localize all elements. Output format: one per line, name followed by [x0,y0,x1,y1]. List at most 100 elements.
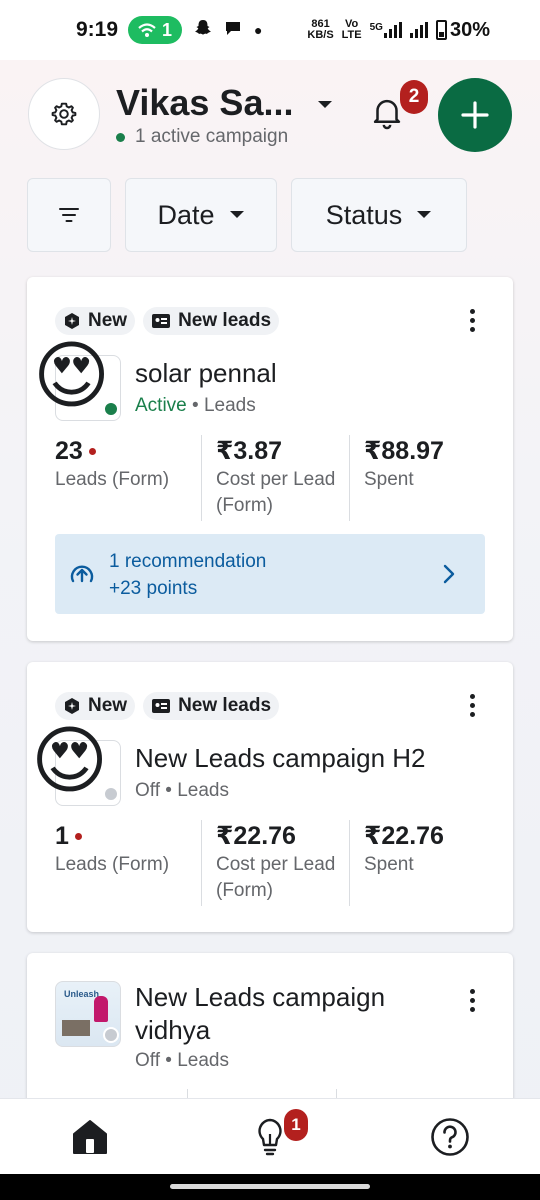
chevron-down-icon[interactable] [316,98,334,116]
metric-leads: 1 Leads (Form) [55,820,201,906]
new-badge-label: New [88,310,128,331]
status-filter[interactable]: Status [291,178,467,252]
account-name[interactable]: Vikas Sa... [116,82,293,124]
heart-eyes-emoji: 😍 [33,334,111,417]
tips-badge: 1 [284,1109,308,1141]
volte-bottom: LTE [341,29,362,41]
objective-badge-label: New leads [178,695,272,716]
separator: • [165,780,172,801]
wifi-icon [138,23,156,37]
home-indicator [170,1184,370,1189]
campaign-name[interactable]: New Leads campaign H2 [135,742,426,775]
net-speed: 861 KB/S [307,19,333,41]
objective-badge-label: New leads [178,310,272,331]
metric-value: 23 [55,435,193,467]
more-vertical-icon[interactable] [470,989,475,1016]
metric-value-text: 23 [55,436,83,465]
campaign-objective: Leads [177,780,229,801]
active-campaign-text: 1 active campaign [135,126,289,147]
new-badge: New [55,307,136,335]
help-icon [431,1118,469,1156]
metric-label: Spent [364,469,414,490]
active-campaign-status: 1 active campaign [116,126,288,148]
net-speed-unit: KB/S [307,29,334,41]
status-filter-label: Status [325,199,403,230]
campaign-objective: Leads [177,1050,229,1071]
settings-button[interactable] [28,78,100,150]
dot-icon: ● [254,22,263,38]
battery-indicator: 30% [435,18,490,42]
recommendation-points: +23 points [109,578,198,599]
volte-indicator: Vo LTE [342,19,362,41]
signal-5g: 5G [370,22,402,38]
metric-value: ₹88.97 [364,437,444,465]
metric-cost-per-lead: ₹22.76 Cost per Lead (Form) [201,820,349,906]
campaign-subtitle: Off • Leads [135,1050,229,1072]
filter-icon [59,208,79,222]
status-dot-off [103,1027,119,1043]
objective-badge: New leads [143,692,280,720]
campaign-name[interactable]: solar pennal [135,357,277,390]
metric-value: ₹3.87 [216,437,283,465]
metric-label: Spent [364,854,414,875]
campaign-metrics: 1 Leads (Form) ₹22.76 Cost per Lead (For… [55,820,485,906]
lightbulb-icon [258,1118,282,1156]
signal-bars-icon [409,22,428,38]
metric-label: Cost per Lead (Form) [216,469,336,516]
create-campaign-button[interactable] [438,78,512,152]
status-dot-off [103,786,119,802]
campaign-badges: New New leads [55,692,280,720]
metric-value-text: 1 [55,821,69,850]
home-icon [73,1120,107,1154]
heart-eyes-emoji: 😍 [31,719,109,802]
campaign-status: Off [135,780,160,801]
chat-icon [224,19,242,42]
recommendation-text: 1 recommendation +23 points [109,548,266,602]
recommendation-banner[interactable]: 1 recommendation +23 points [55,534,485,614]
metric-cost-per-lead: ₹3.87 Cost per Lead (Form) [201,435,349,521]
campaign-name[interactable]: New Leads campaign vidhya [135,981,435,1047]
bottom-navigation: 1 [0,1098,540,1174]
new-indicator-dot [88,447,96,455]
thumbnail-figure [94,996,108,1022]
campaign-card[interactable]: New New leads 😍 solar pennal Active • Le… [27,277,513,641]
separator: • [165,1050,172,1071]
campaign-card[interactable]: New New leads 😍 New Leads campaign H2 Of… [27,662,513,932]
gear-icon [51,102,77,126]
filter-button[interactable] [27,178,111,252]
hotspot-count: 1 [162,19,173,40]
snapchat-icon [194,19,212,42]
id-card-icon [152,314,171,328]
status-time: 9:19 [76,18,119,41]
hotspot-indicator: 1 [128,16,183,44]
campaign-status: Off [135,1050,160,1071]
new-badge-label: New [88,695,128,716]
battery-level: 30% [449,18,490,41]
metric-spent: ₹22.76 Spent [349,820,479,906]
thumbnail-building [62,1020,90,1036]
metric-spent: ₹88.97 Spent [349,435,479,521]
chevron-right-icon [443,564,455,584]
status-dot-active [103,401,119,417]
battery-icon [435,20,447,40]
more-vertical-icon[interactable] [470,309,475,336]
metric-value: 1 [55,820,193,852]
metric-leads: 23 Leads (Form) [55,435,201,521]
id-card-icon [152,699,171,713]
thumbnail-text: Unleash [64,989,100,999]
plus-icon [461,101,489,129]
status-bar: 9:19 1 ● 861 KB/S Vo LTE 5G 30% [0,0,540,60]
metric-value: ₹22.76 [216,822,296,850]
recommendation-count: 1 recommendation [109,551,267,572]
hexagon-icon [65,313,79,329]
campaign-objective: Leads [203,395,256,416]
date-filter[interactable]: Date [125,178,277,252]
campaign-metrics: 23 Leads (Form) ₹3.87 Cost per Lead (For… [55,435,485,521]
arrow-up-circle-icon [70,565,94,583]
more-vertical-icon[interactable] [470,694,475,721]
separator: • [192,395,199,416]
objective-badge: New leads [143,307,280,335]
nav-help[interactable] [428,1115,472,1159]
new-badge: New [55,692,136,720]
nav-home[interactable] [68,1115,112,1159]
